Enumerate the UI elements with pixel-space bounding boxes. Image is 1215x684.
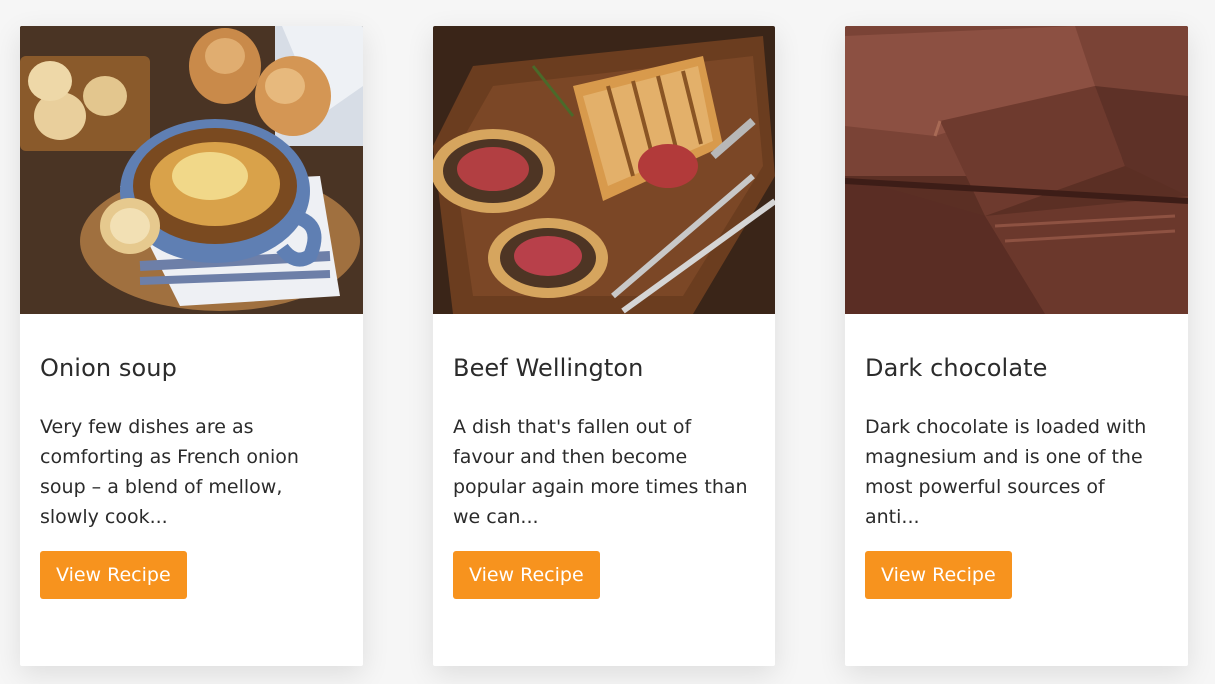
card-title: Dark chocolate	[865, 354, 1048, 382]
card-body: Beef Wellington A dish that's fallen out…	[433, 314, 775, 599]
view-recipe-button[interactable]: View Recipe	[453, 551, 600, 599]
card-body: Dark chocolate Dark chocolate is loaded …	[845, 314, 1188, 599]
recipe-image-onion-soup	[20, 26, 363, 314]
recipe-card: Dark chocolate Dark chocolate is loaded …	[845, 26, 1188, 666]
view-recipe-button[interactable]: View Recipe	[865, 551, 1012, 599]
recipe-card-list: Onion soup Very few dishes are as comfor…	[20, 26, 1188, 666]
view-recipe-button[interactable]: View Recipe	[40, 551, 187, 599]
recipe-image-dark-chocolate	[845, 26, 1188, 314]
card-description: Dark chocolate is loaded with magnesium …	[865, 416, 1147, 528]
card-title: Beef Wellington	[453, 354, 644, 382]
card-description: A dish that's fallen out of favour and t…	[453, 416, 748, 528]
recipe-card: Beef Wellington A dish that's fallen out…	[433, 26, 775, 666]
card-body: Onion soup Very few dishes are as comfor…	[20, 314, 363, 599]
card-title: Onion soup	[40, 354, 177, 382]
recipe-image-beef-wellington	[433, 26, 775, 314]
card-description: Very few dishes are as comforting as Fre…	[40, 416, 299, 528]
recipe-card: Onion soup Very few dishes are as comfor…	[20, 26, 363, 666]
